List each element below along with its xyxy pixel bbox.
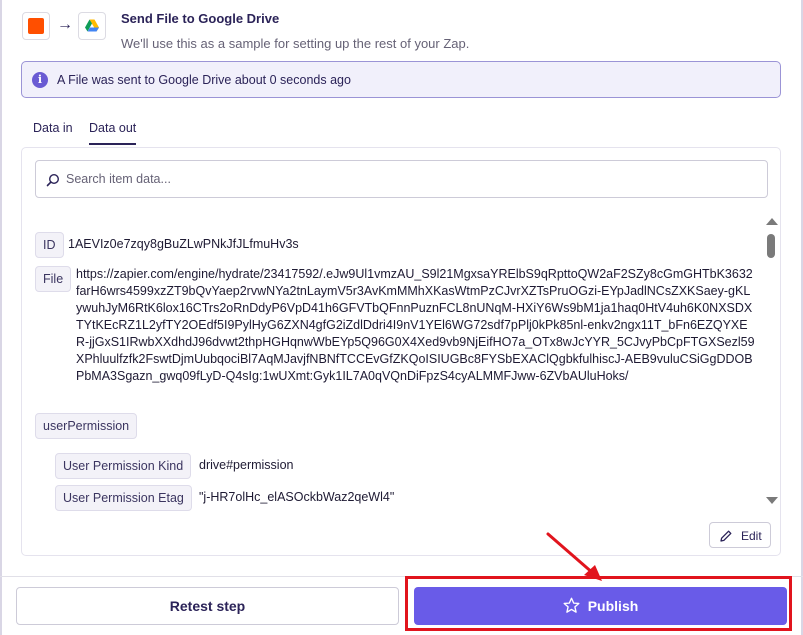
data-out-panel: ID 1AEVIz0e7zqy8gBuZLwPNkJfJLfmuHv3s Fil…	[21, 147, 781, 556]
scroll-thumb[interactable]	[767, 234, 775, 258]
pencil-icon	[720, 530, 732, 542]
data-list[interactable]: ID 1AEVIz0e7zqy8gBuZLwPNkJfJLfmuHv3s Fil…	[22, 216, 782, 512]
field-value-id: 1AEVIz0e7zqy8gBuZLwPNkJfJLfmuHv3s	[68, 237, 299, 251]
field-key-user-permission[interactable]: userPermission	[35, 413, 138, 439]
annotation-arrow-icon	[546, 532, 602, 581]
field-value-user-permission-etag: "j-HR7olHc_elASOckbWaz2qeWl4"	[199, 490, 395, 504]
scroll-down-icon[interactable]	[766, 497, 778, 504]
search-box[interactable]	[35, 160, 768, 198]
info-banner: i A File was sent to Google Drive about …	[21, 61, 781, 98]
field-key-user-permission-kind: User Permission Kind	[55, 453, 192, 479]
google-drive-icon	[78, 12, 106, 40]
info-icon: i	[32, 72, 48, 88]
field-key-file: File	[35, 266, 72, 292]
scrollbar[interactable]	[764, 216, 778, 512]
scroll-up-icon[interactable]	[766, 218, 778, 225]
field-key-user-permission-etag: User Permission Etag	[55, 485, 192, 511]
tab-data-in[interactable]: Data in	[33, 121, 73, 135]
field-key-id: ID	[35, 232, 64, 258]
step-subtitle: We'll use this as a sample for setting u…	[121, 36, 470, 51]
data-tabs: Data in Data out	[21, 116, 781, 148]
edit-button-label: Edit	[741, 529, 762, 543]
edit-button[interactable]: Edit	[709, 522, 771, 548]
retest-step-button[interactable]: Retest step	[16, 587, 399, 625]
field-value-user-permission-kind: drive#permission	[199, 458, 294, 472]
search-icon	[46, 173, 60, 187]
arrow-right-icon: →	[57, 16, 73, 33]
step-title: Send File to Google Drive	[121, 11, 280, 26]
zapier-app-icon	[22, 12, 50, 40]
tab-data-out[interactable]: Data out	[89, 121, 137, 145]
field-value-file: https://zapier.com/engine/hydrate/234175…	[76, 267, 755, 383]
step-header: → Send File to Google Drive We'll use th…	[20, 10, 780, 54]
info-banner-text: A File was sent to Google Drive about 0 …	[57, 73, 351, 87]
search-input[interactable]	[66, 170, 756, 188]
